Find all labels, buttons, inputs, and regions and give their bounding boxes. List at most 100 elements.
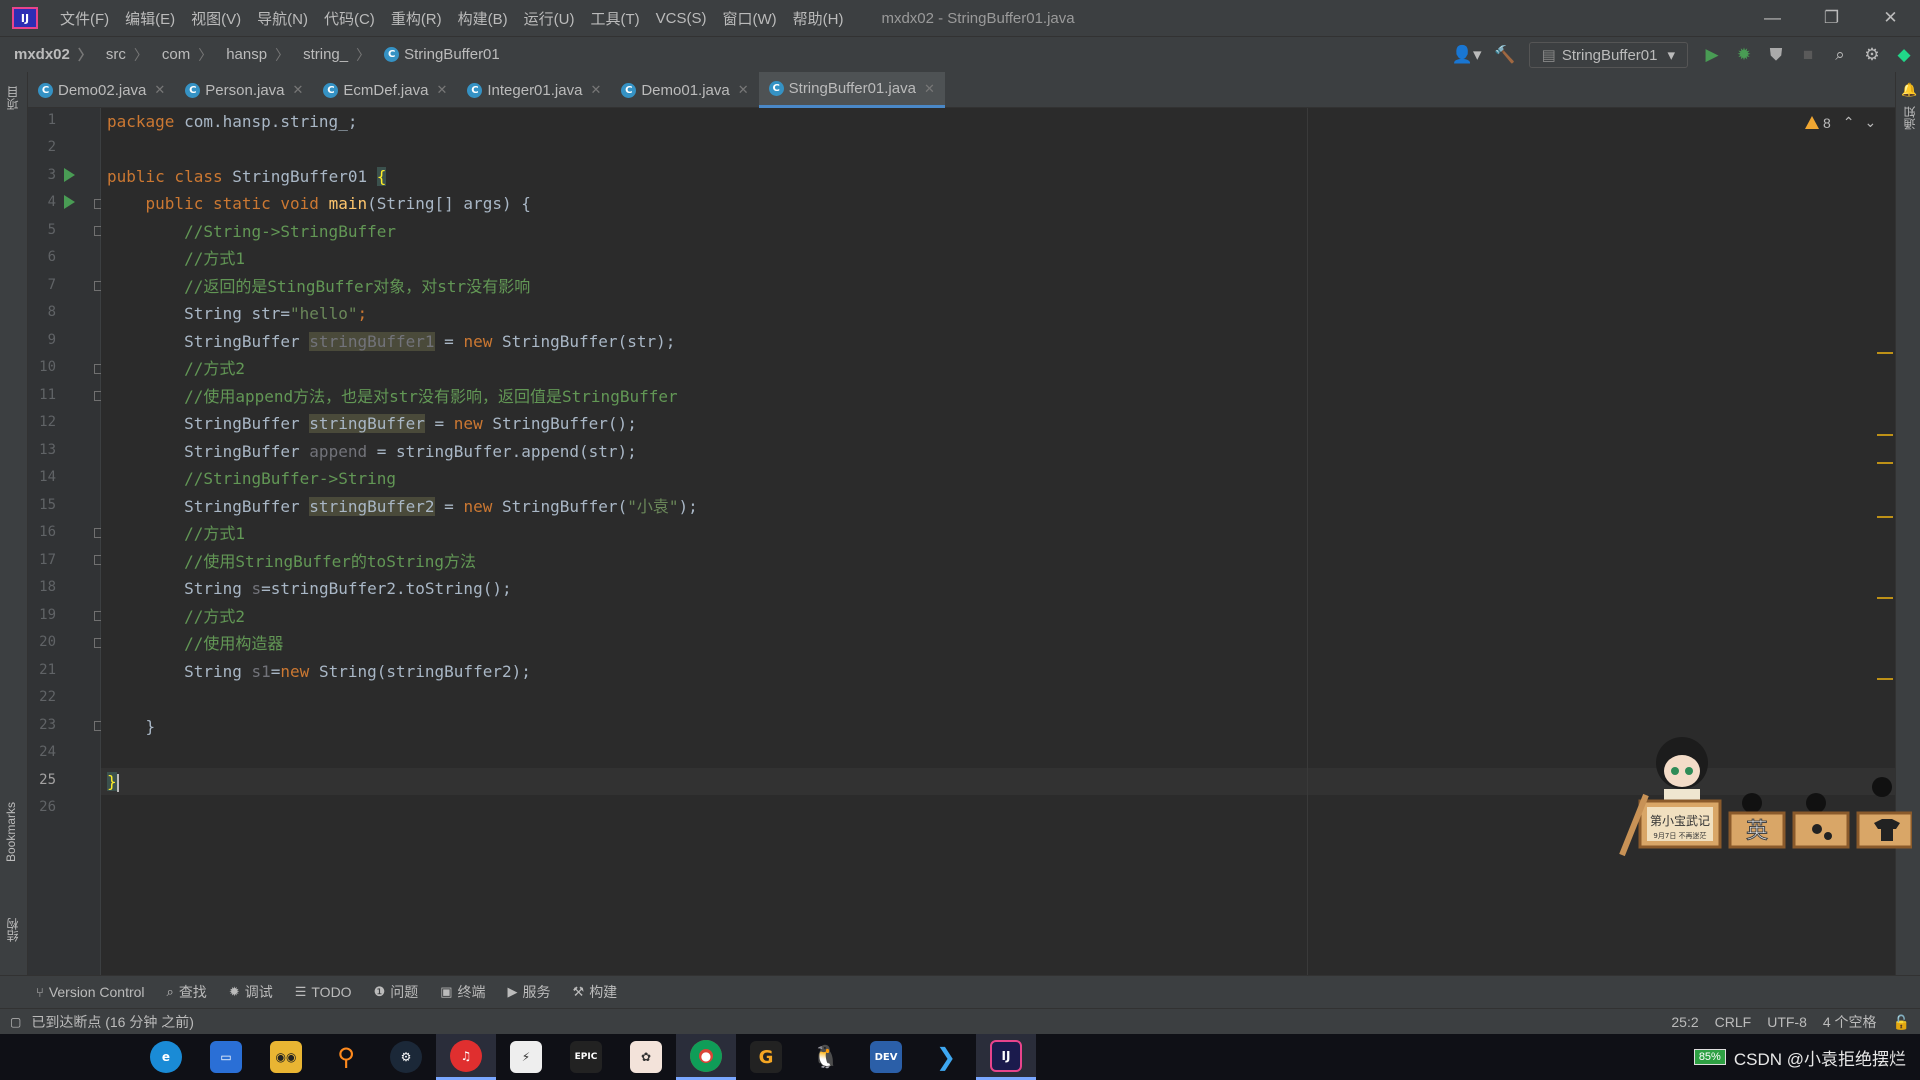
chevron-up-icon[interactable]: ⌃ [1843, 114, 1855, 131]
warning-stripe-marker[interactable] [1877, 462, 1893, 464]
notifications-bell-icon[interactable]: 🔔 [1901, 82, 1917, 98]
restore-icon[interactable]: ❐ [1802, 0, 1861, 36]
breadcrumb-project[interactable]: mxdx02 〉 [0, 45, 92, 65]
stop-icon[interactable]: ■ [1792, 37, 1824, 73]
inspection-widget[interactable]: 8 ⌃ ⌄ [1805, 114, 1876, 131]
dev-logo: DEV [870, 1041, 902, 1073]
warning-stripe-marker[interactable] [1877, 678, 1893, 680]
tab-stringbuffer01[interactable]: C StringBuffer01.java ✕ [758, 72, 945, 108]
build-hammer-icon[interactable]: 🔨 [1489, 37, 1521, 73]
menu-build[interactable]: 构建(B) [450, 8, 516, 29]
close-icon[interactable]: ✕ [590, 82, 601, 98]
status-message[interactable]: 已到达断点 (16 分钟 之前) [31, 1012, 194, 1032]
menu-file[interactable]: 文件(F) [52, 8, 117, 29]
debug-icon[interactable]: ✹ [1728, 37, 1760, 73]
build-button[interactable]: ⚒ 构建 [573, 982, 618, 1002]
problems-button[interactable]: ❶ 问题 [374, 982, 419, 1002]
todo-button[interactable]: ☰ TODO [295, 984, 352, 1000]
epic-games-icon[interactable]: EPIC [556, 1034, 616, 1080]
chrome-icon[interactable]: ● [676, 1034, 736, 1080]
menu-help[interactable]: 帮助(H) [785, 8, 852, 29]
run-icon[interactable]: ▶ [1696, 37, 1728, 73]
run-gutter-icon[interactable] [64, 195, 75, 209]
warning-stripe-marker[interactable] [1877, 434, 1893, 436]
code-text: String str= [107, 304, 291, 323]
owl-app-icon[interactable]: ◉◉ [256, 1034, 316, 1080]
laptop-app-icon[interactable]: ▭ [196, 1034, 256, 1080]
version-control-button[interactable]: ⑂ Version Control [36, 984, 145, 1000]
minimize-icon[interactable]: — [1743, 0, 1802, 36]
menu-navigate[interactable]: 导航(N) [249, 8, 316, 29]
line-number-gutter[interactable]: 1 2 3 4 5 6 7 8 9 10 11 12 13 14 15 16 1… [28, 108, 104, 975]
indent-setting[interactable]: 4 个空格 [1823, 1012, 1877, 1032]
devcpp-icon[interactable]: DEV [856, 1034, 916, 1080]
code-comment: //方式1 [107, 249, 245, 268]
caret-position[interactable]: 25:2 [1671, 1014, 1698, 1030]
jetbrains-toolbox-icon[interactable]: ◆ [1888, 37, 1920, 73]
battery-icon[interactable]: 85% [1693, 1049, 1726, 1065]
steam-icon[interactable]: ⚙ [376, 1034, 436, 1080]
lock-icon[interactable]: 🔓 [1893, 1014, 1910, 1031]
project-tool-tab[interactable]: 项目 [4, 86, 21, 110]
tab-ecmdef[interactable]: C EcmDef.java ✕ [313, 72, 457, 108]
run-configuration-select[interactable]: ▤ StringBuffer01 ▾ [1528, 42, 1688, 68]
tab-demo01[interactable]: C Demo01.java ✕ [611, 72, 758, 108]
close-icon[interactable]: ✕ [293, 82, 304, 98]
menu-edit[interactable]: 编辑(E) [117, 8, 183, 29]
menu-tools[interactable]: 工具(T) [582, 8, 647, 29]
intellij-taskbar-icon[interactable]: IJ [976, 1034, 1036, 1080]
edge-browser-icon[interactable]: e [136, 1034, 196, 1080]
warning-stripe-marker[interactable] [1877, 352, 1893, 354]
terminal-button[interactable]: ▣ 终端 [440, 982, 485, 1002]
menu-run[interactable]: 运行(U) [516, 8, 583, 29]
structure-tool-tab[interactable]: 结构 [4, 918, 21, 942]
tab-person[interactable]: C Person.java ✕ [175, 72, 313, 108]
account-icon[interactable]: 👤▾ [1445, 37, 1489, 73]
qq-icon[interactable]: 🐧 [796, 1034, 856, 1080]
tab-demo02[interactable]: C Demo02.java ✕ [28, 72, 175, 108]
chevron-down-icon[interactable]: ⌄ [1865, 114, 1877, 131]
thunder-app-icon[interactable]: ⚡ [496, 1034, 556, 1080]
file-encoding[interactable]: UTF-8 [1767, 1014, 1807, 1030]
menu-window[interactable]: 窗口(W) [714, 8, 784, 29]
breadcrumb-hansp[interactable]: hansp 〉 [212, 45, 289, 65]
close-icon[interactable]: ✕ [154, 82, 165, 98]
code-comment: //使用构造器 [107, 634, 284, 653]
breadcrumb-com[interactable]: com 〉 [148, 45, 212, 65]
skin-shirt-box[interactable] [1856, 777, 1912, 849]
debug-button[interactable]: ✹ 调试 [229, 982, 273, 1002]
services-button[interactable]: ▶ 服务 [508, 982, 551, 1002]
anime-app-icon[interactable]: ✿ [616, 1034, 676, 1080]
find-button[interactable]: ⌕ 查找 [167, 982, 207, 1002]
close-icon[interactable]: ✕ [436, 82, 447, 98]
bookmarks-tool-tab[interactable]: Bookmarks [4, 802, 18, 862]
menu-refactor[interactable]: 重构(R) [383, 8, 450, 29]
line-separator[interactable]: CRLF [1715, 1014, 1752, 1030]
close-icon[interactable]: ✕ [738, 82, 749, 98]
coverage-icon[interactable]: ⛊ [1760, 37, 1792, 73]
search-tool-icon[interactable]: ⚲ [316, 1034, 376, 1080]
breadcrumb-package[interactable]: string_ 〉 [289, 45, 370, 65]
breadcrumb-class[interactable]: C StringBuffer01 [370, 46, 500, 63]
notifications-tool-tab[interactable]: 通知 [1901, 106, 1918, 130]
run-gutter-icon[interactable] [64, 168, 75, 182]
intellij-logo-icon[interactable]: IJ [12, 7, 38, 29]
menu-vcs[interactable]: VCS(S) [648, 10, 715, 27]
warning-stripe-marker[interactable] [1877, 516, 1893, 518]
settings-gear-icon[interactable]: ⚙ [1856, 37, 1888, 73]
breadcrumb-src[interactable]: src 〉 [92, 45, 148, 65]
search-icon[interactable]: ⌕ [1824, 37, 1856, 73]
menu-view[interactable]: 视图(V) [183, 8, 249, 29]
system-tray: 85% CSDN @小袁拒绝摆烂 [1693, 1034, 1906, 1080]
tab-integer01[interactable]: C Integer01.java ✕ [457, 72, 611, 108]
netease-music-icon[interactable]: ♫ [436, 1034, 496, 1080]
warning-stripe-marker[interactable] [1877, 597, 1893, 599]
menu-code[interactable]: 代码(C) [316, 8, 383, 29]
mascot-widget[interactable]: 第小宝武记 9月7日 不再迷茫 英 [1612, 735, 1912, 865]
close-icon[interactable]: ✕ [1861, 0, 1920, 36]
vscode-icon[interactable]: ❯ [916, 1034, 976, 1080]
punctuation-box[interactable] [1792, 793, 1850, 849]
layout-toggle-icon[interactable]: ▢ [10, 1015, 21, 1029]
close-icon[interactable]: ✕ [924, 81, 935, 97]
g-app-icon[interactable]: G [736, 1034, 796, 1080]
